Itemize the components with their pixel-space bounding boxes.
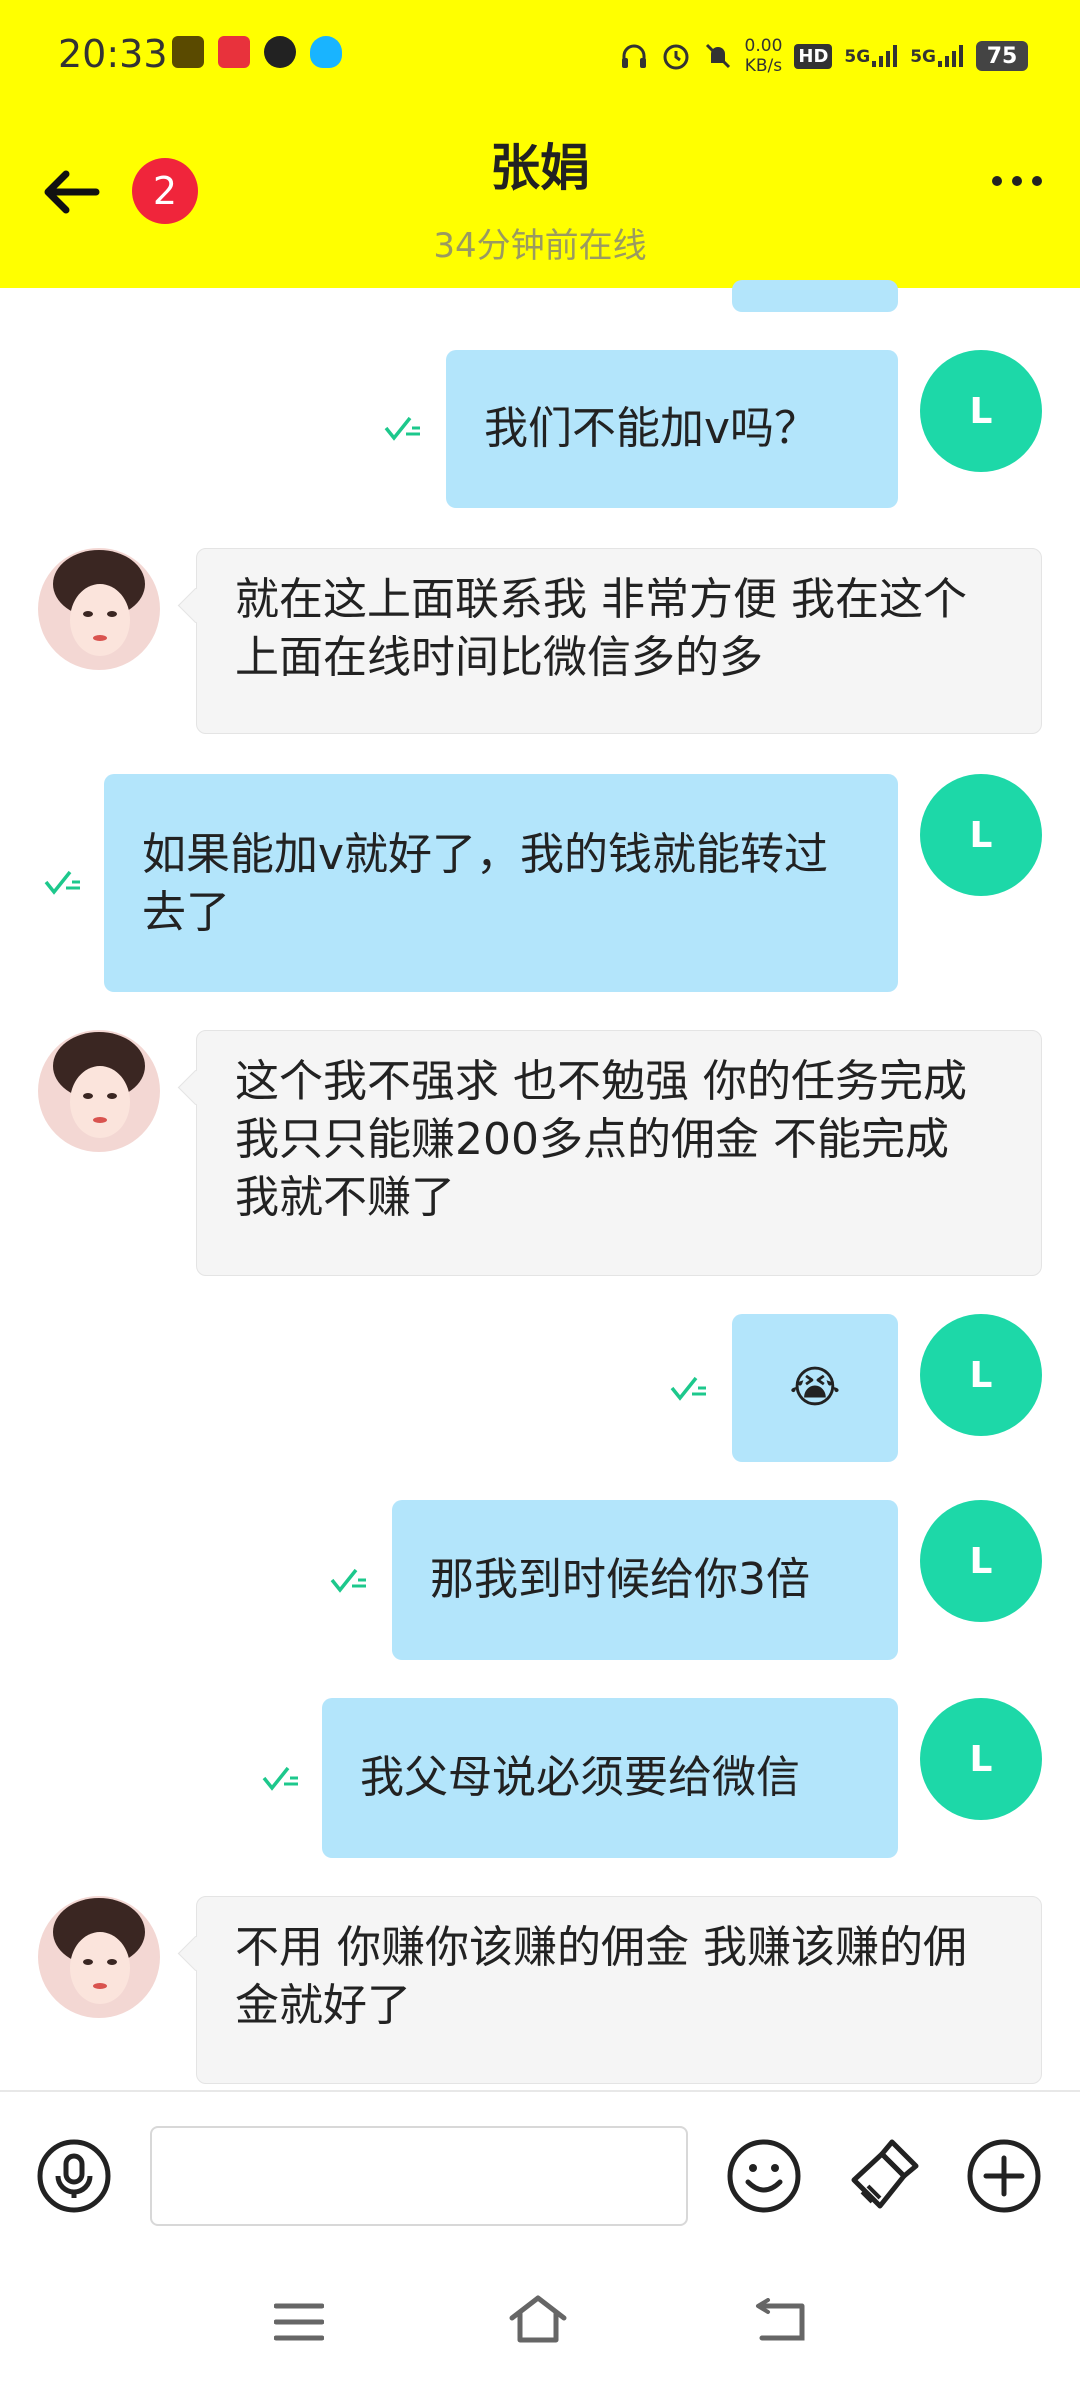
- message-bubble-received[interactable]: 不用 你赚你该赚的佣金 我赚该赚的佣金就好了: [196, 1896, 1042, 2084]
- battery-indicator: 75: [976, 41, 1028, 71]
- notification-icons: [172, 36, 342, 68]
- read-tick-icon: [384, 416, 420, 441]
- crying-emoji-icon: 😭: [789, 1362, 841, 1413]
- read-tick-icon: [44, 870, 80, 895]
- message-bubble-sent[interactable]: 那我到时候给你3倍: [392, 1500, 898, 1660]
- my-avatar[interactable]: L: [920, 1500, 1042, 1622]
- message-bubble-sent[interactable]: 我父母说必须要给微信: [322, 1698, 898, 1858]
- back-nav-icon[interactable]: [754, 2298, 806, 2344]
- app-notification-icon: [172, 36, 204, 68]
- network-speed: 0.00 KB/s: [744, 36, 783, 76]
- message-text: 我们不能加v吗？: [484, 403, 819, 454]
- game-controller-icon: [264, 36, 296, 68]
- more-options-icon[interactable]: [992, 176, 1042, 186]
- last-seen-status: 34分钟前在线: [433, 226, 647, 266]
- signal-bars-icon: [872, 45, 898, 67]
- menu-nav-icon[interactable]: [274, 2302, 324, 2342]
- signal-1: 5G: [844, 45, 898, 67]
- home-nav-icon[interactable]: [508, 2294, 568, 2344]
- message-text: 那我到时候给你3倍: [430, 1554, 810, 1605]
- headphones-icon: [621, 44, 646, 68]
- status-indicators: 0.00 KB/s HD 5G 5G 75: [619, 36, 1028, 76]
- my-avatar[interactable]: L: [920, 774, 1042, 896]
- partial-message-bubble: [732, 280, 898, 312]
- message-input[interactable]: [150, 2126, 688, 2226]
- my-avatar[interactable]: L: [920, 1314, 1042, 1436]
- alarm-icon: [663, 44, 689, 70]
- signal-bars-icon: [938, 45, 963, 67]
- message-text: 如果能加v就好了，我的钱就能转过去了: [142, 829, 829, 938]
- read-tick-icon: [330, 1568, 366, 1593]
- contact-avatar[interactable]: [38, 548, 160, 670]
- read-tick-icon: [262, 1766, 298, 1791]
- plus-icon[interactable]: [966, 2138, 1042, 2214]
- read-tick-icon: [670, 1376, 706, 1401]
- message-bubble-sent[interactable]: 我们不能加v吗？: [446, 350, 898, 508]
- status-time: 20:33: [58, 32, 168, 76]
- microphone-icon[interactable]: [36, 2138, 112, 2214]
- message-bubble-received[interactable]: 这个我不强求 也不勉强 你的任务完成 我只只能赚200多点的佣金 不能完成 我就…: [196, 1030, 1042, 1276]
- contact-name[interactable]: 张娟: [0, 128, 1080, 200]
- brush-icon[interactable]: [846, 2136, 922, 2212]
- my-avatar[interactable]: L: [920, 1698, 1042, 1820]
- signal-2: 5G: [910, 45, 964, 67]
- message-text: 不用 你赚你该赚的佣金 我赚该赚的佣金就好了: [235, 1922, 967, 2031]
- qq-penguin-icon: [310, 36, 342, 68]
- my-avatar[interactable]: L: [920, 350, 1042, 472]
- message-bubble-sent[interactable]: 如果能加v就好了，我的钱就能转过去了: [104, 774, 898, 992]
- emoji-icon[interactable]: [726, 2138, 802, 2214]
- message-text: 就在这上面联系我 非常方便 我在这个上面在线时间比微信多的多: [235, 574, 967, 683]
- contact-avatar[interactable]: [38, 1896, 160, 2018]
- input-divider: [0, 2090, 1080, 2092]
- message-text: 这个我不强求 也不勉强 你的任务完成 我只只能赚200多点的佣金 不能完成 我就…: [235, 1056, 967, 1223]
- message-bubble-sent[interactable]: 😭: [732, 1314, 898, 1462]
- mute-bell-icon: [705, 43, 730, 69]
- message-text: 我父母说必须要给微信: [360, 1752, 800, 1803]
- hd-badge: HD: [794, 43, 833, 69]
- message-bubble-received[interactable]: 就在这上面联系我 非常方便 我在这个上面在线时间比微信多的多: [196, 548, 1042, 734]
- video-app-icon: [218, 36, 250, 68]
- chat-header: 20:33 0.00 KB/s HD 5G 5G 75 2 张娟 34分钟前在线: [0, 0, 1080, 288]
- contact-avatar[interactable]: [38, 1030, 160, 1152]
